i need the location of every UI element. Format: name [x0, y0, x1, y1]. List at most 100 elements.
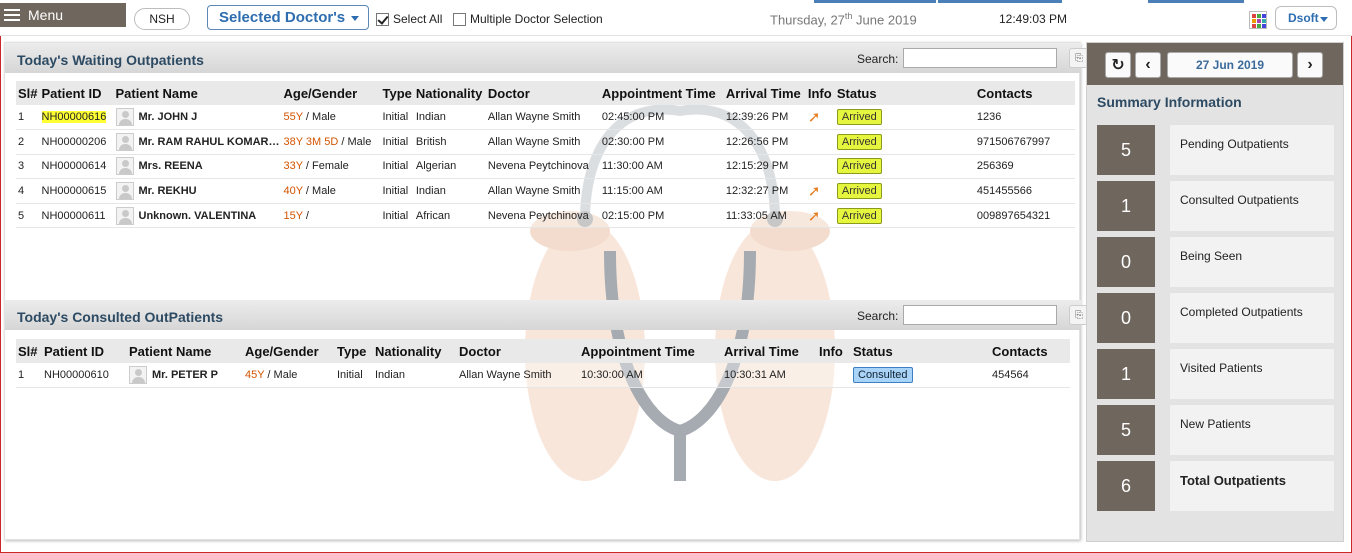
nationality: Algerian: [415, 160, 457, 173]
appointment-time: 02:30:00 PM: [601, 135, 665, 148]
column-header[interactable]: Type: [380, 81, 414, 105]
contact-number: 451455566: [976, 185, 1032, 198]
patient-age: 38Y 3M 5D: [283, 135, 339, 148]
info-arrow-icon[interactable]: ➚: [808, 109, 821, 126]
patient-name[interactable]: Mr. REKHU: [139, 185, 197, 197]
patient-name-wrap[interactable]: Mr. RAM RAHUL KOMAR…: [115, 132, 280, 151]
arrival-time-cell: 12:39:26 PM: [723, 105, 806, 131]
patient-name[interactable]: Mr. RAM RAHUL KOMAR…: [139, 136, 280, 148]
summary-panel: ↻ ‹ 27 Jun 2019 › Summary Information 5P…: [1086, 42, 1344, 542]
column-header[interactable]: Nationality: [373, 339, 457, 363]
patient-gender: /: [302, 209, 309, 222]
column-header[interactable]: Doctor: [485, 81, 600, 105]
summary-label: Pending Outpatients: [1170, 125, 1334, 175]
table-row[interactable]: 3 NH00000614 Mrs. REENA 33Y / Female Initial…: [16, 154, 1075, 180]
column-header[interactable]: Contacts: [974, 81, 1075, 105]
patient-name-wrap[interactable]: Mr. JOHN J: [115, 108, 280, 127]
summary-item[interactable]: 5 Pending Outpatients: [1097, 125, 1334, 175]
patient-name-wrap[interactable]: Unknown. VALENTINA: [115, 206, 280, 225]
column-header[interactable]: Appointment Time: [599, 81, 724, 105]
column-header[interactable]: Patient Name: [127, 339, 243, 363]
status-badge[interactable]: Arrived: [836, 109, 882, 126]
summary-item[interactable]: 5 New Patients: [1097, 405, 1334, 455]
patient-id[interactable]: NH00000611: [42, 210, 106, 222]
status-badge[interactable]: Arrived: [836, 133, 882, 150]
summary-item[interactable]: 0 Being Seen: [1097, 237, 1334, 287]
patient-name-wrap[interactable]: Mr. REKHU: [115, 182, 280, 201]
column-header[interactable]: Patient Name: [113, 81, 282, 105]
visit-type: Initial: [382, 135, 409, 148]
patient-id[interactable]: NH00000616: [41, 111, 107, 124]
patient-id[interactable]: NH00000614: [42, 160, 107, 172]
patient-name-wrap[interactable]: Mr. PETER P: [129, 366, 241, 385]
patient-id[interactable]: NH00000615: [42, 185, 107, 197]
app-grid-icon[interactable]: [1249, 11, 1267, 29]
patient-gender: / Female: [302, 160, 349, 173]
waiting-search-input[interactable]: [903, 48, 1057, 68]
patient-name[interactable]: Mrs. REENA: [139, 160, 203, 172]
visit-type: Initial: [382, 160, 409, 173]
doctor-name-cell: Nevena Peytchinova: [485, 203, 600, 229]
patient-gender: / Male: [302, 185, 336, 198]
status-badge[interactable]: Arrived: [836, 207, 882, 224]
column-header[interactable]: Sl#: [16, 339, 42, 363]
column-header[interactable]: Arrival Time: [723, 81, 806, 105]
column-header[interactable]: Nationality: [413, 81, 486, 105]
summary-item[interactable]: 0 Completed Outpatients: [1097, 293, 1334, 343]
summary-label: Completed Outpatients: [1170, 293, 1334, 343]
column-header[interactable]: Patient ID: [39, 81, 114, 105]
column-header[interactable]: Info: [805, 81, 835, 105]
arrival-time: 11:33:05 AM: [725, 209, 787, 222]
patient-name[interactable]: Unknown. VALENTINA: [139, 210, 257, 222]
chevron-left-icon[interactable]: ‹: [1135, 52, 1161, 78]
column-header[interactable]: Arrival Time: [722, 339, 817, 363]
summary-item[interactable]: 1 Visited Patients: [1097, 349, 1334, 399]
table-row[interactable]: 2 NH00000206 Mr. RAM RAHUL KOMAR… 38Y 3M 5D…: [16, 129, 1075, 155]
multiple-doctor-checkbox[interactable]: Multiple Doctor Selection: [453, 12, 603, 26]
patient-name-cell: Mr. JOHN J: [113, 105, 282, 131]
summary-count: 6: [1097, 461, 1155, 511]
summary-item[interactable]: 6 Total Outpatients: [1097, 461, 1334, 511]
column-header[interactable]: Age/Gender: [243, 339, 335, 363]
current-time: 12:49:03 PM: [999, 12, 1068, 26]
column-header[interactable]: Status: [851, 339, 990, 363]
column-header[interactable]: Type: [335, 339, 373, 363]
status-badge[interactable]: Arrived: [836, 183, 882, 200]
refresh-icon[interactable]: ↻: [1105, 52, 1131, 78]
column-header[interactable]: Info: [817, 339, 851, 363]
date-picker-button[interactable]: 27 Jun 2019: [1167, 52, 1293, 78]
patient-name[interactable]: Mr. JOHN J: [139, 111, 198, 123]
table-row[interactable]: 1 NH00000616 Mr. JOHN J 55Y / Male Initial In…: [16, 105, 1075, 131]
doctor-select-dropdown[interactable]: Selected Doctor's: [207, 5, 369, 30]
consulted-search-input[interactable]: [903, 305, 1057, 325]
status-badge[interactable]: Arrived: [836, 158, 882, 175]
column-header[interactable]: Contacts: [990, 339, 1070, 363]
summary-item[interactable]: 1 Consulted Outpatients: [1097, 181, 1334, 231]
table-row[interactable]: 1 NH00000610 Mr. PETER P 45Y / Male Initial I…: [16, 363, 1070, 389]
age-gender-cell: 40Y / Male: [281, 178, 381, 204]
column-header[interactable]: Appointment Time: [579, 339, 722, 363]
status-badge[interactable]: Consulted: [853, 367, 913, 384]
table-row[interactable]: 4 NH00000615 Mr. REKHU 40Y / Male Initial Ind…: [16, 178, 1075, 204]
hamburger-icon: [4, 9, 20, 21]
chevron-right-icon[interactable]: ›: [1297, 52, 1323, 78]
patient-name[interactable]: Mr. PETER P: [152, 369, 218, 381]
patient-name-wrap[interactable]: Mrs. REENA: [115, 157, 280, 176]
column-header[interactable]: Status: [834, 81, 975, 105]
column-header[interactable]: Sl#: [16, 81, 40, 105]
info-arrow-icon[interactable]: ➚: [808, 208, 821, 225]
select-all-checkbox[interactable]: Select All: [376, 12, 442, 26]
column-header[interactable]: Doctor: [457, 339, 579, 363]
age-gender-cell: 15Y /: [281, 203, 381, 229]
user-menu-button[interactable]: Dsoft: [1275, 6, 1337, 30]
menu-label: Menu: [28, 7, 64, 23]
info-arrow-icon[interactable]: ➚: [808, 183, 821, 200]
nationality-cell: British: [413, 129, 486, 155]
patient-id[interactable]: NH00000206: [42, 136, 107, 148]
patient-id[interactable]: NH00000610: [44, 369, 109, 381]
menu-button[interactable]: Menu: [0, 3, 126, 27]
column-header[interactable]: Patient ID: [42, 339, 127, 363]
column-header[interactable]: Age/Gender: [281, 81, 381, 105]
facility-button[interactable]: NSH: [134, 8, 190, 30]
table-row[interactable]: 5 NH00000611 Unknown. VALENTINA 15Y / Initia…: [16, 203, 1075, 229]
